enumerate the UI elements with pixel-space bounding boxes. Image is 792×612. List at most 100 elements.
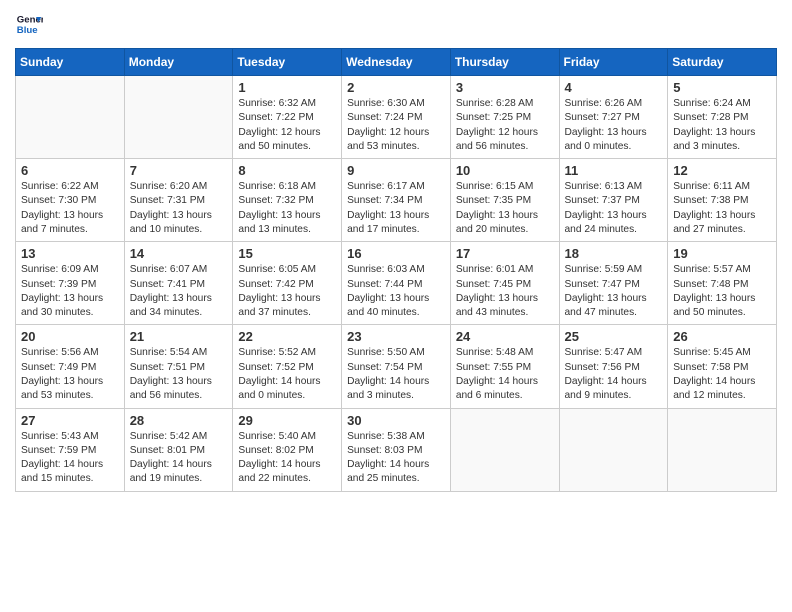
day-number: 2 (347, 80, 445, 95)
day-info: Sunrise: 6:32 AM Sunset: 7:22 PM Dayligh… (238, 97, 336, 154)
calendar-day-cell: 18 Sunrise: 5:59 AM Sunset: 7:47 PM Dayli… (559, 242, 668, 325)
day-info: Sunrise: 6:22 AM Sunset: 7:30 PM Dayligh… (21, 180, 119, 237)
calendar-week-row: 1 Sunrise: 6:32 AM Sunset: 7:22 PM Daylig… (16, 76, 777, 159)
day-info: Sunrise: 6:09 AM Sunset: 7:39 PM Dayligh… (21, 263, 119, 320)
day-info: Sunrise: 6:18 AM Sunset: 7:32 PM Dayligh… (238, 180, 336, 237)
day-number: 17 (456, 246, 554, 261)
day-info: Sunrise: 6:28 AM Sunset: 7:25 PM Dayligh… (456, 97, 554, 154)
day-number: 24 (456, 329, 554, 344)
calendar-day-cell: 9 Sunrise: 6:17 AM Sunset: 7:34 PM Daylig… (342, 159, 451, 242)
day-number: 30 (347, 413, 445, 428)
calendar-day-cell (16, 76, 125, 159)
day-info: Sunrise: 5:48 AM Sunset: 7:55 PM Dayligh… (456, 346, 554, 403)
day-number: 23 (347, 329, 445, 344)
day-info: Sunrise: 6:13 AM Sunset: 7:37 PM Dayligh… (565, 180, 663, 237)
calendar-day-cell: 5 Sunrise: 6:24 AM Sunset: 7:28 PM Daylig… (668, 76, 777, 159)
calendar-day-cell: 16Sunrise: 6:03 AM Sunset: 7:44 PM Dayli… (342, 242, 451, 325)
calendar-day-cell: 11 Sunrise: 6:13 AM Sunset: 7:37 PM Dayli… (559, 159, 668, 242)
page-container: General Blue SundayMondayTuesdayWednesda… (0, 0, 792, 502)
day-number: 3 (456, 80, 554, 95)
day-number: 5 (673, 80, 771, 95)
day-number: 9 (347, 163, 445, 178)
day-info: Sunrise: 6:15 AM Sunset: 7:35 PM Dayligh… (456, 180, 554, 237)
calendar-day-cell: 28Sunrise: 5:42 AM Sunset: 8:01 PM Dayli… (124, 408, 233, 491)
weekday-header-wednesday: Wednesday (342, 49, 451, 76)
weekday-header-friday: Friday (559, 49, 668, 76)
day-number: 20 (21, 329, 119, 344)
calendar-day-cell: 12 Sunrise: 6:11 AM Sunset: 7:38 PM Dayli… (668, 159, 777, 242)
day-info: Sunrise: 6:03 AM Sunset: 7:44 PM Dayligh… (347, 263, 445, 320)
calendar-week-row: 20Sunrise: 5:56 AM Sunset: 7:49 PM Dayli… (16, 325, 777, 408)
day-info: Sunrise: 5:59 AM Sunset: 7:47 PM Dayligh… (565, 263, 663, 320)
day-number: 8 (238, 163, 336, 178)
day-number: 11 (565, 163, 663, 178)
day-info: Sunrise: 5:47 AM Sunset: 7:56 PM Dayligh… (565, 346, 663, 403)
day-info: Sunrise: 6:05 AM Sunset: 7:42 PM Dayligh… (238, 263, 336, 320)
day-number: 27 (21, 413, 119, 428)
weekday-header-row: SundayMondayTuesdayWednesdayThursdayFrid… (16, 49, 777, 76)
day-number: 4 (565, 80, 663, 95)
day-info: Sunrise: 6:20 AM Sunset: 7:31 PM Dayligh… (130, 180, 228, 237)
calendar-week-row: 27 Sunrise: 5:43 AM Sunset: 7:59 PM Dayli… (16, 408, 777, 491)
day-info: Sunrise: 5:50 AM Sunset: 7:54 PM Dayligh… (347, 346, 445, 403)
page-header: General Blue (15, 10, 777, 38)
calendar-day-cell: 4Sunrise: 6:26 AM Sunset: 7:27 PM Daylig… (559, 76, 668, 159)
calendar-day-cell: 6 Sunrise: 6:22 AM Sunset: 7:30 PM Daylig… (16, 159, 125, 242)
calendar-week-row: 13 Sunrise: 6:09 AM Sunset: 7:39 PM Dayli… (16, 242, 777, 325)
day-info: Sunrise: 5:52 AM Sunset: 7:52 PM Dayligh… (238, 346, 336, 403)
day-number: 18 (565, 246, 663, 261)
day-number: 7 (130, 163, 228, 178)
day-info: Sunrise: 6:24 AM Sunset: 7:28 PM Dayligh… (673, 97, 771, 154)
calendar-day-cell (450, 408, 559, 491)
calendar-day-cell: 24 Sunrise: 5:48 AM Sunset: 7:55 PM Dayli… (450, 325, 559, 408)
calendar-day-cell (559, 408, 668, 491)
svg-text:Blue: Blue (17, 25, 38, 36)
day-number: 14 (130, 246, 228, 261)
calendar-day-cell: 2 Sunrise: 6:30 AM Sunset: 7:24 PM Daylig… (342, 76, 451, 159)
day-number: 29 (238, 413, 336, 428)
calendar-day-cell: 8 Sunrise: 6:18 AM Sunset: 7:32 PM Daylig… (233, 159, 342, 242)
day-info: Sunrise: 5:43 AM Sunset: 7:59 PM Dayligh… (21, 430, 119, 487)
day-info: Sunrise: 6:07 AM Sunset: 7:41 PM Dayligh… (130, 263, 228, 320)
calendar-day-cell: 23 Sunrise: 5:50 AM Sunset: 7:54 PM Dayli… (342, 325, 451, 408)
day-number: 13 (21, 246, 119, 261)
day-number: 19 (673, 246, 771, 261)
day-info: Sunrise: 5:38 AM Sunset: 8:03 PM Dayligh… (347, 430, 445, 487)
calendar-day-cell: 17 Sunrise: 6:01 AM Sunset: 7:45 PM Dayli… (450, 242, 559, 325)
calendar-day-cell: 7 Sunrise: 6:20 AM Sunset: 7:31 PM Daylig… (124, 159, 233, 242)
day-number: 15 (238, 246, 336, 261)
logo: General Blue (15, 10, 43, 38)
calendar-week-row: 6 Sunrise: 6:22 AM Sunset: 7:30 PM Daylig… (16, 159, 777, 242)
day-number: 6 (21, 163, 119, 178)
calendar-day-cell: 10 Sunrise: 6:15 AM Sunset: 7:35 PM Dayli… (450, 159, 559, 242)
calendar-day-cell: 22 Sunrise: 5:52 AM Sunset: 7:52 PM Dayli… (233, 325, 342, 408)
calendar-day-cell: 29Sunrise: 5:40 AM Sunset: 8:02 PM Dayli… (233, 408, 342, 491)
calendar-day-cell: 13 Sunrise: 6:09 AM Sunset: 7:39 PM Dayli… (16, 242, 125, 325)
calendar-day-cell: 15 Sunrise: 6:05 AM Sunset: 7:42 PM Dayli… (233, 242, 342, 325)
day-number: 22 (238, 329, 336, 344)
day-info: Sunrise: 6:11 AM Sunset: 7:38 PM Dayligh… (673, 180, 771, 237)
calendar-day-cell: 26Sunrise: 5:45 AM Sunset: 7:58 PM Dayli… (668, 325, 777, 408)
day-number: 1 (238, 80, 336, 95)
logo-icon: General Blue (15, 10, 43, 38)
day-info: Sunrise: 6:30 AM Sunset: 7:24 PM Dayligh… (347, 97, 445, 154)
calendar-day-cell: 25Sunrise: 5:47 AM Sunset: 7:56 PM Dayli… (559, 325, 668, 408)
day-number: 26 (673, 329, 771, 344)
day-number: 12 (673, 163, 771, 178)
calendar-day-cell: 3 Sunrise: 6:28 AM Sunset: 7:25 PM Daylig… (450, 76, 559, 159)
weekday-header-monday: Monday (124, 49, 233, 76)
calendar-day-cell: 27 Sunrise: 5:43 AM Sunset: 7:59 PM Dayli… (16, 408, 125, 491)
weekday-header-tuesday: Tuesday (233, 49, 342, 76)
calendar-day-cell (124, 76, 233, 159)
day-number: 10 (456, 163, 554, 178)
day-number: 28 (130, 413, 228, 428)
day-info: Sunrise: 6:17 AM Sunset: 7:34 PM Dayligh… (347, 180, 445, 237)
day-info: Sunrise: 6:01 AM Sunset: 7:45 PM Dayligh… (456, 263, 554, 320)
day-info: Sunrise: 5:57 AM Sunset: 7:48 PM Dayligh… (673, 263, 771, 320)
day-info: Sunrise: 5:54 AM Sunset: 7:51 PM Dayligh… (130, 346, 228, 403)
calendar-day-cell: 21Sunrise: 5:54 AM Sunset: 7:51 PM Dayli… (124, 325, 233, 408)
calendar-day-cell: 20Sunrise: 5:56 AM Sunset: 7:49 PM Dayli… (16, 325, 125, 408)
calendar-day-cell: 1 Sunrise: 6:32 AM Sunset: 7:22 PM Daylig… (233, 76, 342, 159)
calendar-day-cell: 19 Sunrise: 5:57 AM Sunset: 7:48 PM Dayli… (668, 242, 777, 325)
calendar-day-cell: 14 Sunrise: 6:07 AM Sunset: 7:41 PM Dayli… (124, 242, 233, 325)
